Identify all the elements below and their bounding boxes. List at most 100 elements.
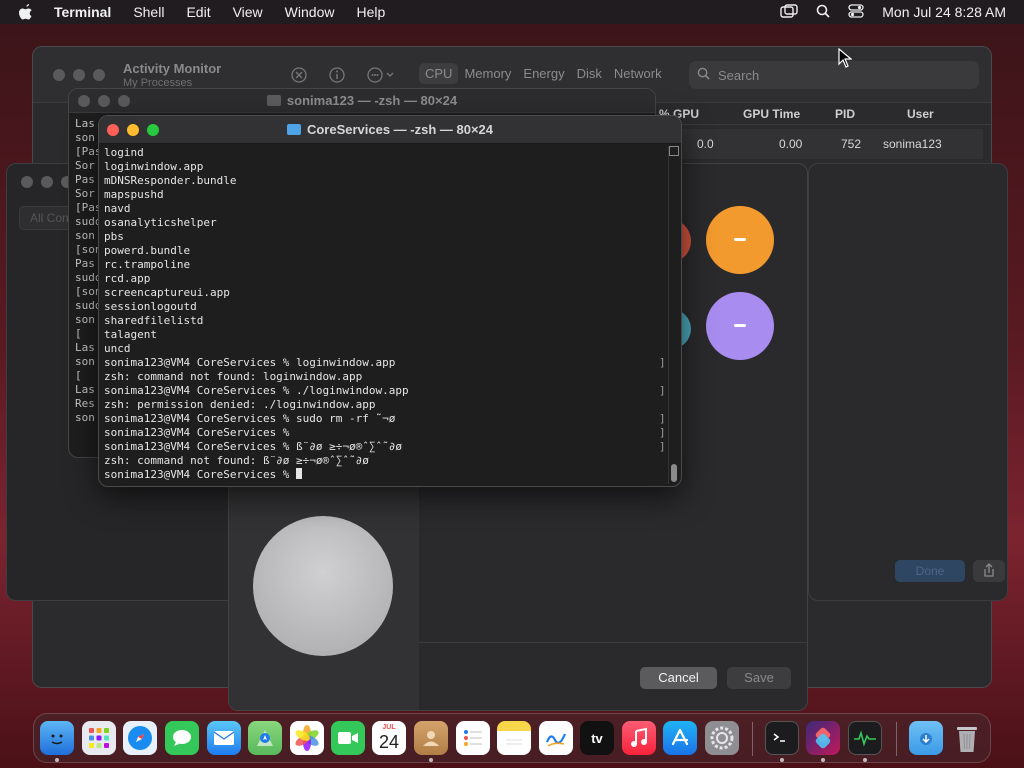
terminal-line: sharedfilelistd bbox=[104, 314, 204, 327]
share-button[interactable] bbox=[973, 560, 1005, 582]
terminal-line: loginwindow.app bbox=[104, 160, 204, 173]
trash-icon[interactable] bbox=[950, 721, 984, 755]
menu-help[interactable]: Help bbox=[356, 4, 385, 20]
running-indicator bbox=[780, 758, 784, 762]
activity-monitor-icon[interactable] bbox=[848, 721, 882, 755]
table-row[interactable]: 0.0 0.00 752 sonima123 bbox=[653, 129, 983, 159]
tab-memory[interactable]: Memory bbox=[458, 63, 517, 84]
apple-icon[interactable] bbox=[18, 3, 36, 21]
menu-edit[interactable]: Edit bbox=[186, 4, 210, 20]
terminal-prompt-line[interactable]: sonima123@VM4 CoreServices % bbox=[104, 468, 664, 482]
terminal-title: CoreServices — -zsh — 80×24 bbox=[99, 122, 681, 137]
dock: JUL 24 tv bbox=[33, 713, 991, 763]
scrollbar-thumb[interactable] bbox=[671, 464, 677, 482]
terminal-line: talagent bbox=[104, 328, 157, 341]
scrollbar[interactable] bbox=[668, 146, 679, 484]
terminal-prompt: sonima123@VM4 CoreServices % bbox=[104, 468, 297, 481]
menu-shell[interactable]: Shell bbox=[133, 4, 164, 20]
close-button[interactable] bbox=[21, 176, 33, 188]
freeform-icon[interactable] bbox=[539, 721, 573, 755]
running-indicator bbox=[55, 758, 59, 762]
close-button[interactable] bbox=[53, 69, 65, 81]
terminal-title-text: sonima123 — -zsh — 80×24 bbox=[286, 93, 458, 108]
terminal-line: rc.trampoline bbox=[104, 258, 191, 271]
options-icon[interactable] bbox=[367, 67, 397, 86]
dock-separator bbox=[752, 722, 753, 756]
cell-gpu: 0.0 bbox=[697, 137, 714, 151]
divider bbox=[419, 642, 807, 643]
calendar-day: 24 bbox=[378, 732, 400, 752]
spotlight-search-icon[interactable] bbox=[816, 4, 830, 21]
tab-network[interactable]: Network bbox=[608, 63, 668, 84]
tab-cpu[interactable]: CPU bbox=[419, 63, 459, 84]
menu-view[interactable]: View bbox=[233, 4, 263, 20]
notes-icon[interactable] bbox=[497, 721, 531, 755]
menu-window[interactable]: Window bbox=[285, 4, 335, 20]
info-icon[interactable] bbox=[329, 67, 345, 86]
messages-icon[interactable] bbox=[165, 721, 199, 755]
orange-avatar-option[interactable] bbox=[706, 206, 774, 274]
system-settings-icon[interactable] bbox=[705, 721, 739, 755]
photos-icon[interactable] bbox=[290, 721, 324, 755]
search-field[interactable]: Search bbox=[689, 61, 979, 89]
menu-app-terminal[interactable]: Terminal bbox=[54, 4, 111, 20]
terminal-line: mapspushd bbox=[104, 188, 164, 201]
terminal-titlebar: sonima123 — -zsh — 80×24 bbox=[69, 89, 655, 113]
column-gpu-time[interactable]: GPU Time bbox=[743, 107, 800, 121]
maps-icon[interactable] bbox=[248, 721, 282, 755]
terminal-line: screencaptureui.app bbox=[104, 286, 230, 299]
split-pane-icon[interactable] bbox=[669, 146, 679, 156]
terminal-line: zsh: command not found: loginwindow.app bbox=[104, 370, 363, 383]
contacts-icon[interactable] bbox=[414, 721, 448, 755]
cell-gpu-time: 0.00 bbox=[779, 137, 803, 151]
downloads-folder-icon[interactable] bbox=[909, 721, 943, 755]
terminal-icon[interactable] bbox=[765, 721, 799, 755]
zoom-button[interactable] bbox=[93, 69, 105, 81]
calendar-icon[interactable]: JUL 24 bbox=[372, 721, 406, 755]
text-cursor bbox=[296, 468, 303, 479]
tab-disk[interactable]: Disk bbox=[571, 63, 608, 84]
terminal-line: navd bbox=[104, 202, 131, 215]
terminal-window: CoreServices — -zsh — 80×24 logind loginw… bbox=[98, 115, 682, 487]
music-icon[interactable] bbox=[622, 721, 656, 755]
minimize-button[interactable] bbox=[73, 69, 85, 81]
folder-icon bbox=[286, 124, 301, 135]
safari-icon[interactable] bbox=[123, 721, 157, 755]
minimize-button[interactable] bbox=[41, 176, 53, 188]
terminal-output[interactable]: logind loginwindow.app mDNSResponder.bundl… bbox=[104, 146, 664, 482]
column-pid[interactable]: PID bbox=[835, 107, 855, 121]
terminal-line: logind bbox=[104, 146, 144, 159]
menu-clock[interactable]: Mon Jul 24 8:28 AM bbox=[882, 4, 1006, 20]
calendar-month: JUL bbox=[382, 724, 396, 731]
tv-label: tv bbox=[591, 730, 603, 746]
stage-manager-icon[interactable] bbox=[780, 3, 798, 21]
terminal-line: sonima123@VM4 CoreServices % loginwindow… bbox=[104, 356, 396, 369]
finder-icon[interactable] bbox=[40, 721, 74, 755]
minus-icon bbox=[734, 238, 746, 241]
purple-avatar-option[interactable] bbox=[706, 292, 774, 360]
facetime-icon[interactable] bbox=[331, 721, 365, 755]
folder-icon bbox=[266, 95, 281, 106]
menu-bar: Terminal Shell Edit View Window Help Mon… bbox=[0, 0, 1024, 24]
reminders-icon[interactable] bbox=[456, 721, 490, 755]
stop-process-icon[interactable] bbox=[291, 67, 307, 86]
terminal-line: mDNSResponder.bundle bbox=[104, 174, 237, 187]
done-button[interactable]: Done bbox=[895, 560, 965, 582]
app-store-icon[interactable] bbox=[663, 721, 697, 755]
running-indicator bbox=[863, 758, 867, 762]
terminal-line: sessionlogoutd bbox=[104, 300, 197, 313]
terminal-title: sonima123 — -zsh — 80×24 bbox=[69, 93, 655, 108]
terminal-line: rcd.app bbox=[104, 272, 151, 285]
table-header: % GPU GPU Time PID User bbox=[643, 103, 991, 125]
cell-user: sonima123 bbox=[883, 137, 942, 151]
mail-icon[interactable] bbox=[207, 721, 241, 755]
apple-tv-icon[interactable]: tv bbox=[580, 721, 614, 755]
control-center-icon[interactable] bbox=[848, 3, 864, 21]
save-button[interactable]: Save bbox=[727, 667, 791, 689]
running-indicator bbox=[429, 758, 433, 762]
tab-energy[interactable]: Energy bbox=[517, 63, 570, 84]
column-user[interactable]: User bbox=[907, 107, 934, 121]
shortcuts-icon[interactable] bbox=[806, 721, 840, 755]
launchpad-icon[interactable] bbox=[82, 721, 116, 755]
cancel-button[interactable]: Cancel bbox=[640, 667, 717, 689]
